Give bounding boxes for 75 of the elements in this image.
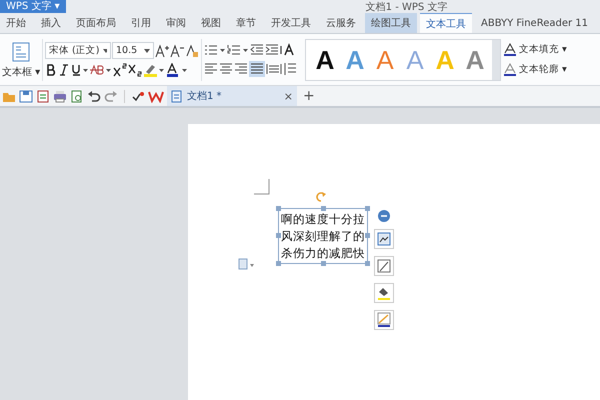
ribbon-tab[interactable]: 云服务 [320,13,362,33]
caret-icon [103,48,107,52]
superscript-icon[interactable] [113,63,127,77]
save-icon[interactable] [19,90,33,102]
align-left-icon[interactable] [204,62,218,76]
italic-icon[interactable] [58,63,70,77]
ribbon-tab[interactable]: 页面布局 [70,13,122,33]
margin-corner-mark [254,179,270,195]
resize-handle[interactable] [365,206,370,211]
new-tab-button[interactable]: + [300,88,318,104]
print-preview-icon[interactable] [70,90,84,102]
ribbon-tab[interactable]: 绘图工具 [365,13,417,33]
numbered-list-icon[interactable] [227,42,249,56]
close-tab-button[interactable]: × [284,90,293,102]
ribbon-tab[interactable]: 开始 [0,13,32,33]
resize-handle[interactable] [276,233,281,238]
layout-options-icon[interactable] [374,229,394,249]
rotate-handle-icon[interactable] [315,191,327,203]
bold-icon[interactable] [45,63,57,77]
app-menu-button[interactable]: WPS 文字 ▾ [0,0,66,13]
outline-pen-icon[interactable] [374,310,394,330]
edit-shape-icon[interactable] [374,256,394,276]
text-box-button[interactable]: 文本框 ▾ [2,40,40,78]
ribbon-tab[interactable]: ABBYY FineReader 11 [475,13,594,33]
fill-bucket-icon[interactable] [374,283,394,303]
distributed-align-icon[interactable] [266,62,282,76]
text-fill-button[interactable]: 文本填充 ▾ [503,42,567,56]
resize-handle[interactable] [321,206,326,211]
text-outline-icon [503,62,517,76]
gallery-scroll-bar[interactable] [492,40,500,80]
print-icon[interactable] [53,90,67,102]
ribbon-tab[interactable]: 审阅 [160,13,192,33]
resize-handle[interactable] [365,261,370,266]
ribbon-tab[interactable]: 章节 [230,13,262,33]
ribbon-tab[interactable]: 开发工具 [265,13,317,33]
ribbon-tab[interactable]: 引用 [125,13,157,33]
text-fill-icon [503,42,517,56]
wordart-style[interactable]: A [310,44,340,74]
caret-icon [144,48,150,52]
text-outline-button[interactable]: 文本轮廓 ▾ [503,62,567,76]
grow-font-icon[interactable] [155,44,169,58]
font-name-dropdown[interactable]: 宋体 (正文) [45,42,111,59]
subscript-icon[interactable] [128,63,142,77]
document-tab[interactable]: 文档1 * × [167,86,297,106]
resize-handle[interactable] [276,206,281,211]
align-center-icon[interactable] [219,62,233,76]
increase-indent-icon[interactable] [265,42,279,56]
line-spacing-icon[interactable] [283,62,297,76]
strikethrough-icon[interactable] [90,63,112,77]
w-logo-icon[interactable] [148,90,164,102]
paragraph-layout-icon[interactable] [238,258,256,270]
ribbon-tab[interactable]: 文本工具 [420,13,472,33]
collapse-icon[interactable] [378,210,390,222]
document-icon [171,90,183,102]
window-title: 文档1 - WPS 文字 [366,0,448,14]
ribbon-tab[interactable]: 插入 [35,13,67,33]
justify-icon[interactable] [249,60,265,76]
ribbon-tab[interactable]: 视图 [195,13,227,33]
document-tab-title: 文档1 * [187,90,223,103]
align-right-icon[interactable] [234,62,248,76]
font-color-icon[interactable] [166,63,188,77]
underline-icon[interactable] [71,63,89,77]
text-box-icon [10,40,32,62]
export-document-icon[interactable] [36,90,50,102]
font-size-dropdown[interactable]: 10.5 [112,42,154,59]
resize-handle[interactable] [276,261,281,266]
highlight-icon[interactable] [143,63,165,77]
clear-format-icon[interactable] [185,44,199,58]
checkmark-icon[interactable] [131,90,145,102]
resize-handle[interactable] [321,261,326,266]
decrease-indent-icon[interactable] [250,42,264,56]
undo-icon[interactable] [87,90,101,102]
shrink-font-icon[interactable] [170,44,184,58]
resize-handle[interactable] [365,233,370,238]
bullet-list-icon[interactable] [204,42,226,56]
